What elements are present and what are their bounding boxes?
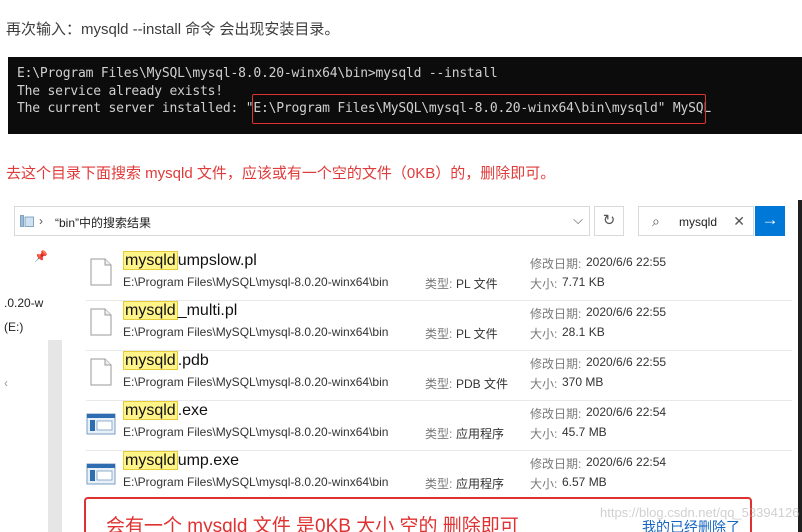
path-highlight-box [252, 94, 706, 124]
terminal-line-2: The service already exists! [17, 84, 223, 99]
nav-pane-scrollbar[interactable] [48, 340, 62, 532]
file-name-rest: .exe [177, 402, 208, 419]
file-size: 28.1 KB [562, 325, 605, 339]
document-file-icon [90, 308, 112, 336]
type-label: 类型: [425, 277, 453, 291]
size-label: 大小: [530, 477, 558, 491]
search-value: mysqld [679, 215, 718, 229]
date-label: 修改日期: [530, 457, 582, 471]
file-name[interactable]: mysqld _multi.pl [123, 301, 238, 320]
file-name-rest: umpslow.pl [177, 252, 257, 269]
size-label: 大小: [530, 327, 558, 341]
date-label: 修改日期: [530, 307, 582, 321]
file-size: 45.7 MB [562, 425, 607, 439]
file-name-rest: ump.exe [177, 452, 240, 469]
terminal-window: E:\Program Files\MySQL\mysql-8.0.20-winx… [8, 57, 802, 134]
search-match-highlight: mysqld [123, 451, 178, 470]
document-file-icon [90, 258, 112, 286]
size-label: 大小: [530, 377, 558, 391]
file-path: E:\Program Files\MySQL\mysql-8.0.20-winx… [123, 325, 389, 339]
search-match-highlight: mysqld [123, 351, 178, 370]
arrow-right-icon: → [761, 210, 779, 229]
nav-collapse-icon[interactable]: ‹ [4, 376, 8, 390]
date-label: 修改日期: [530, 257, 582, 271]
row-divider [86, 350, 792, 351]
search-match-highlight: mysqld [123, 301, 178, 320]
terminal-line-1: E:\Program Files\MySQL\mysql-8.0.20-winx… [17, 66, 498, 81]
file-date: 2020/6/6 22:55 [586, 355, 667, 369]
file-type: 应用程序 [456, 477, 505, 491]
file-type: 应用程序 [456, 427, 505, 441]
breadcrumb-chevron-icon[interactable]: › [39, 214, 43, 228]
chevron-down-icon[interactable]: ⌵ [573, 212, 583, 228]
file-path: E:\Program Files\MySQL\mysql-8.0.20-winx… [123, 275, 389, 289]
file-name-rest: _multi.pl [177, 302, 238, 319]
type-label: 类型: [425, 427, 453, 441]
folder-icon [20, 215, 34, 227]
search-icon: ⌕ [652, 213, 660, 229]
file-name[interactable]: mysqld .exe [123, 401, 208, 420]
type-label: 类型: [425, 377, 453, 391]
size-label: 大小: [530, 427, 558, 441]
file-size: 370 MB [562, 375, 604, 389]
file-type: PDB 文件 [456, 377, 509, 391]
file-date: 2020/6/6 22:55 [586, 305, 667, 319]
row-divider [86, 450, 792, 451]
file-name-rest: .pdb [177, 352, 209, 369]
file-row[interactable]: mysqld _multi.pl E:\Program Files\MySQL\my… [86, 301, 792, 352]
type-label: 类型: [425, 477, 453, 491]
file-date: 2020/6/6 22:54 [586, 455, 667, 469]
search-input[interactable]: ⌕ mysqld ✕ [638, 206, 754, 236]
file-date: 2020/6/6 22:55 [586, 255, 667, 269]
search-match-highlight: mysqld [123, 401, 178, 420]
callout-text: 会有一个 mysqld 文件 是0KB 大小 空的 删除即可 [106, 516, 519, 532]
file-row[interactable]: mysqld ump.exe E:\Program Files\MySQL\mysq… [86, 451, 792, 502]
file-size: 7.71 KB [562, 275, 605, 289]
file-row[interactable]: mysqld .exe E:\Program Files\MySQL\mysql-8… [86, 401, 792, 452]
window-edge [798, 200, 802, 532]
date-label: 修改日期: [530, 357, 582, 371]
file-row[interactable]: mysqld .pdb E:\Program Files\MySQL\mysql-8… [86, 351, 792, 402]
application-exe-icon [86, 412, 116, 436]
clear-search-button[interactable]: ✕ [733, 213, 745, 230]
address-bar[interactable]: › “bin”中的搜索结果 ⌵ [14, 206, 590, 236]
row-divider [86, 300, 792, 301]
file-path: E:\Program Files\MySQL\mysql-8.0.20-winx… [123, 425, 389, 439]
row-divider [86, 400, 792, 401]
watermark: https://blog.csdn.net/qq_53394126 [600, 505, 800, 520]
file-name[interactable]: mysqld umpslow.pl [123, 251, 257, 270]
document-file-icon [90, 358, 112, 386]
file-size: 6.57 MB [562, 475, 607, 489]
nav-item-drive[interactable]: (E:) [4, 320, 23, 334]
instruction-note: 去这个目录下面搜索 mysqld 文件，应该或有一个空的文件（0KB）的，删除即… [6, 165, 556, 182]
pin-icon[interactable]: 📌 [34, 250, 48, 263]
file-date: 2020/6/6 22:54 [586, 405, 667, 419]
refresh-icon: ↻ [602, 212, 616, 229]
date-label: 修改日期: [530, 407, 582, 421]
file-type: PL 文件 [456, 277, 498, 291]
file-name[interactable]: mysqld ump.exe [123, 451, 240, 470]
address-text: “bin”中的搜索结果 [55, 216, 152, 230]
search-match-highlight: mysqld [123, 251, 178, 270]
refresh-button[interactable]: ↻ [594, 206, 624, 236]
type-label: 类型: [425, 327, 453, 341]
file-path: E:\Program Files\MySQL\mysql-8.0.20-winx… [123, 375, 389, 389]
size-label: 大小: [530, 277, 558, 291]
nav-item-folder[interactable]: .0.20-w [4, 296, 43, 310]
file-row[interactable]: mysqld umpslow.pl E:\Program Files\MySQL\m… [86, 251, 792, 302]
file-name[interactable]: mysqld .pdb [123, 351, 209, 370]
file-type: PL 文件 [456, 327, 498, 341]
intro-text: 再次输入：mysqld --install 命令 会出现安装目录。 [6, 21, 340, 38]
file-path: E:\Program Files\MySQL\mysql-8.0.20-winx… [123, 475, 389, 489]
application-exe-icon [86, 462, 116, 486]
search-go-button[interactable]: → [755, 206, 785, 236]
